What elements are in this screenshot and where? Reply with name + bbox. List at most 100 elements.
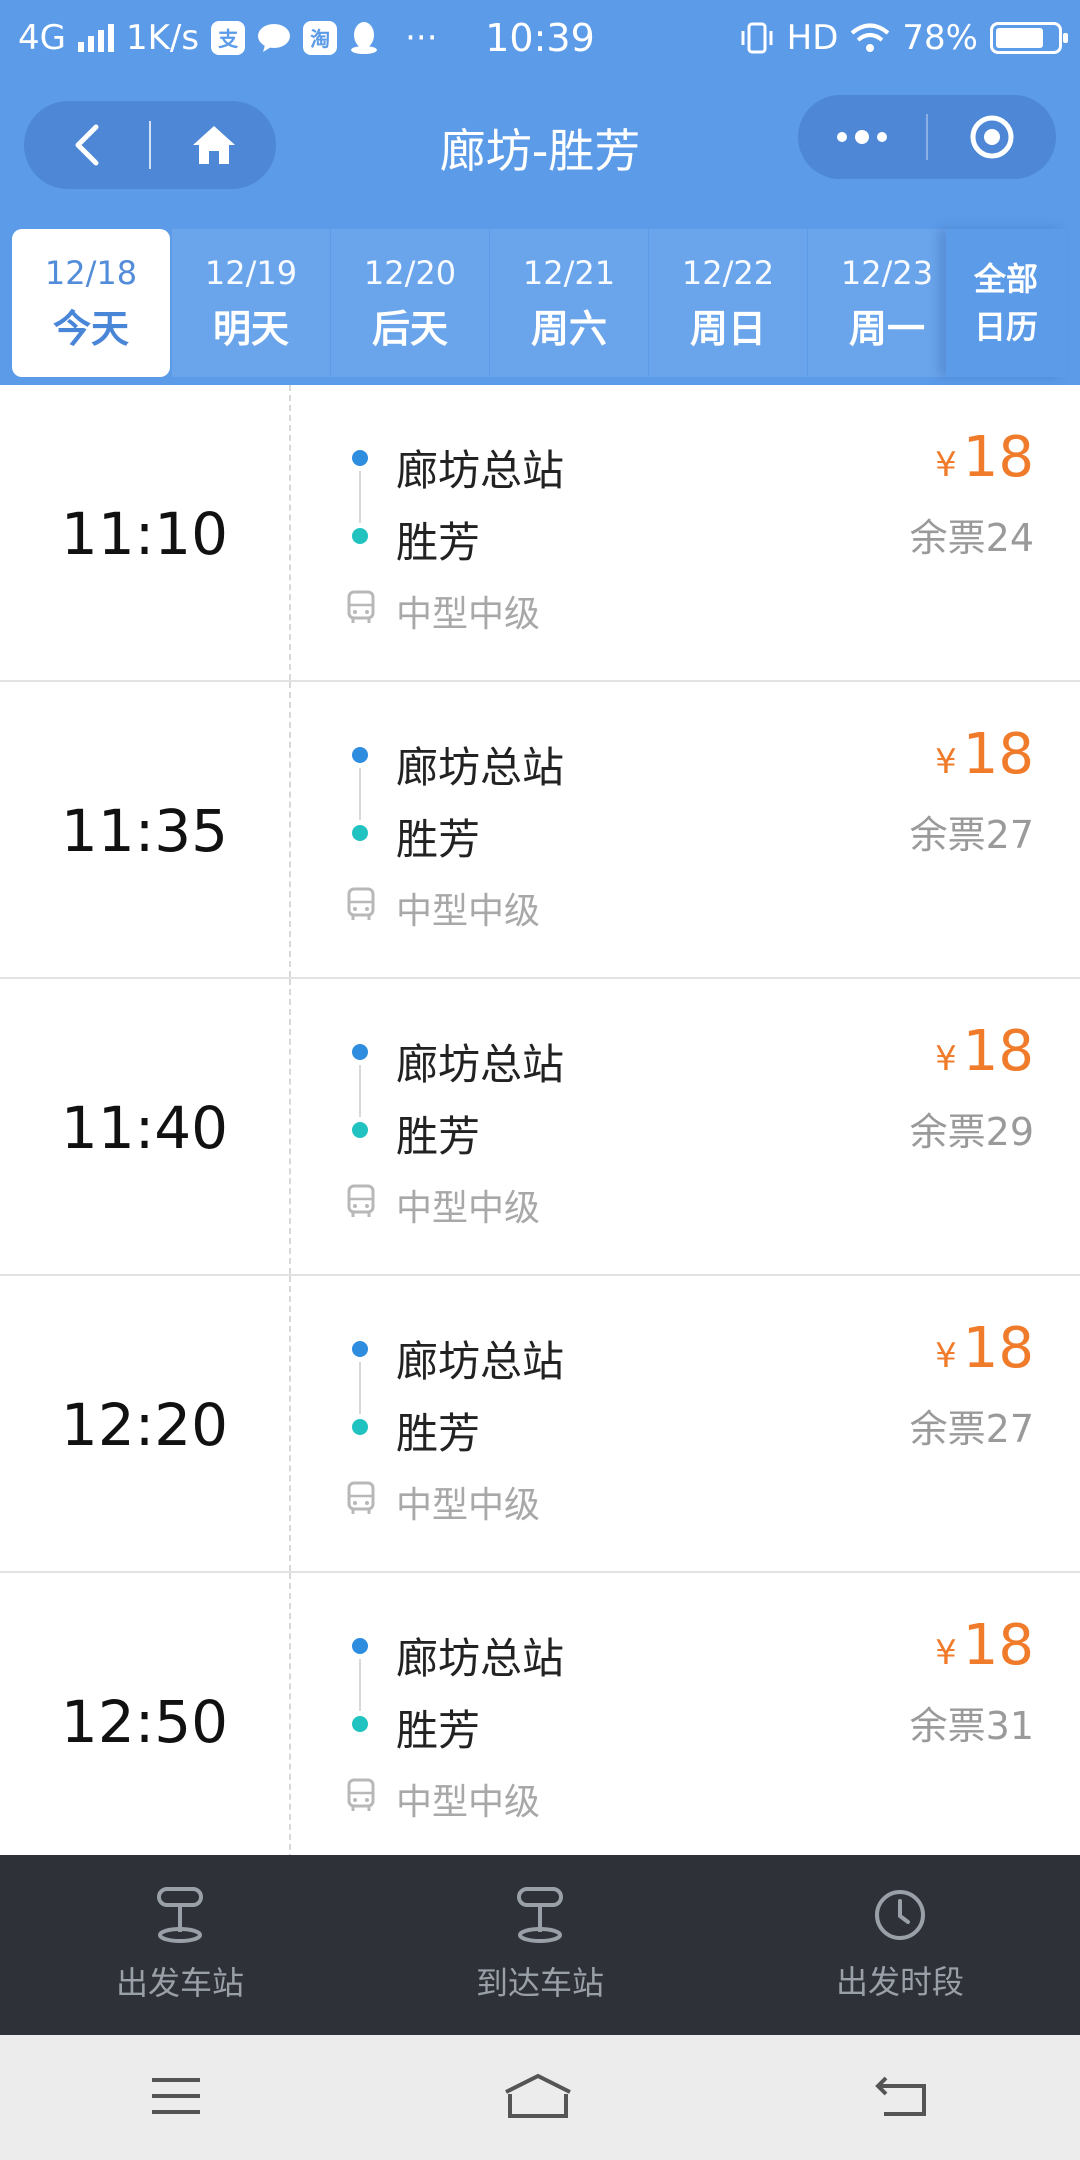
departure-time: 12:20 bbox=[60, 1390, 229, 1459]
chat-bubble-icon bbox=[258, 23, 291, 52]
date-tab-12-22[interactable]: 12/22 周日 bbox=[649, 229, 807, 377]
price-value: 18 bbox=[962, 722, 1034, 787]
destination-station: 胜芳 bbox=[396, 518, 481, 567]
date-tab-date: 12/19 bbox=[204, 253, 298, 292]
target-circle-icon bbox=[970, 115, 1014, 159]
home-outline-icon bbox=[505, 2073, 571, 2118]
destination-station: 胜芳 bbox=[396, 1706, 481, 1755]
date-tab-date: 12/20 bbox=[363, 253, 457, 292]
filter-departure-station[interactable]: 出发车站 bbox=[0, 1855, 360, 2035]
hd-label: HD bbox=[786, 17, 839, 58]
alipay-icon: 支 bbox=[211, 20, 246, 55]
date-tab-12-21[interactable]: 12/21 周六 bbox=[490, 229, 648, 377]
destination-dot-icon bbox=[352, 528, 368, 544]
departure-time: 11:10 bbox=[60, 499, 229, 568]
column-divider bbox=[289, 682, 291, 977]
ticket-price: ¥18 bbox=[935, 425, 1034, 490]
bus-icon bbox=[347, 887, 375, 920]
bus-icon bbox=[347, 1184, 375, 1217]
date-tab-12-20[interactable]: 12/20 后天 bbox=[331, 229, 489, 377]
clock-icon bbox=[875, 1890, 925, 1940]
ticket-price: ¥18 bbox=[935, 1613, 1034, 1678]
filter-label: 出发时段 bbox=[835, 1963, 964, 2001]
price-value: 18 bbox=[962, 425, 1034, 490]
date-tab-12-23[interactable]: 12/23 周一 bbox=[808, 229, 966, 377]
filter-label: 到达车站 bbox=[475, 1964, 604, 2002]
date-tab-date: 12/18 bbox=[44, 253, 138, 292]
bus-icon bbox=[347, 1778, 375, 1811]
date-tab-date: 12/23 bbox=[840, 253, 934, 292]
close-miniprogram-button[interactable] bbox=[928, 95, 1056, 179]
menu-lines-icon bbox=[152, 2077, 200, 2114]
menu-button[interactable] bbox=[150, 2076, 202, 2120]
date-tab-weekday: 周日 bbox=[689, 306, 766, 351]
bus-icon bbox=[347, 590, 375, 623]
tickets-remaining: 余票24 bbox=[909, 516, 1034, 560]
battery-fill bbox=[996, 27, 1043, 48]
system-back-button[interactable] bbox=[874, 2074, 930, 2122]
battery-percent: 78% bbox=[902, 17, 978, 58]
date-selector: 12/18 今天 12/19 明天 12/20 后天 12/21 周六 12/2… bbox=[0, 215, 1080, 385]
date-tab-weekday: 周六 bbox=[530, 306, 607, 351]
origin-dot-icon bbox=[352, 450, 368, 466]
route-line bbox=[359, 1362, 361, 1414]
destination-station: 胜芳 bbox=[396, 1112, 481, 1161]
route-line bbox=[359, 768, 361, 820]
bus-type: 中型中级 bbox=[396, 1782, 541, 1823]
origin-dot-icon bbox=[352, 1638, 368, 1654]
destination-station: 胜芳 bbox=[396, 815, 481, 864]
date-tab-date: 12/22 bbox=[681, 253, 775, 292]
all-dates-label-line2: 日历 bbox=[973, 308, 1038, 346]
more-button[interactable] bbox=[798, 95, 926, 179]
price-value: 18 bbox=[962, 1613, 1034, 1678]
column-divider bbox=[289, 979, 291, 1274]
price-value: 18 bbox=[962, 1316, 1034, 1381]
column-divider bbox=[289, 385, 291, 680]
origin-station: 廊坊总站 bbox=[396, 1040, 565, 1089]
all-dates-label-line1: 全部 bbox=[973, 260, 1038, 298]
bus-type: 中型中级 bbox=[396, 1485, 541, 1526]
route-line bbox=[359, 1659, 361, 1711]
destination-station: 胜芳 bbox=[396, 1409, 481, 1458]
trip-row[interactable]: 12:20 廊坊总站 胜芳 中型中级 ¥18 余票27 bbox=[0, 1276, 1080, 1573]
date-tab-weekday: 后天 bbox=[371, 306, 448, 351]
taobao-icon: 淘 bbox=[303, 20, 338, 55]
date-tab-12-18[interactable]: 12/18 今天 bbox=[12, 229, 170, 377]
ticket-price: ¥18 bbox=[935, 722, 1034, 787]
origin-dot-icon bbox=[352, 1341, 368, 1357]
departure-time: 12:50 bbox=[60, 1687, 229, 1756]
station-sign-icon bbox=[157, 1887, 203, 1943]
ticket-price: ¥18 bbox=[935, 1019, 1034, 1084]
filter-departure-time[interactable]: 出发时段 bbox=[720, 1855, 1080, 2035]
trip-row[interactable]: 11:10 廊坊总站 胜芳 中型中级 ¥18 余票24 bbox=[0, 385, 1080, 682]
trip-row[interactable]: 12:50 廊坊总站 胜芳 中型中级 ¥18 余票31 bbox=[0, 1573, 1080, 1870]
battery-icon bbox=[990, 21, 1068, 54]
date-tab-weekday: 明天 bbox=[212, 306, 289, 351]
currency-symbol: ¥ bbox=[935, 1633, 957, 1673]
system-home-button[interactable] bbox=[502, 2072, 574, 2124]
date-tab-weekday: 周一 bbox=[848, 306, 925, 351]
tickets-remaining: 余票27 bbox=[909, 1407, 1034, 1451]
tickets-remaining: 余票31 bbox=[909, 1704, 1034, 1748]
date-tab-12-19[interactable]: 12/19 明天 bbox=[172, 229, 330, 377]
wifi-icon bbox=[851, 23, 890, 52]
destination-dot-icon bbox=[352, 1716, 368, 1732]
origin-station: 廊坊总站 bbox=[396, 1634, 565, 1683]
destination-dot-icon bbox=[352, 825, 368, 841]
vibrate-icon bbox=[741, 22, 773, 53]
route-line bbox=[359, 471, 361, 523]
signal-icon bbox=[77, 23, 114, 52]
trip-row[interactable]: 11:35 廊坊总站 胜芳 中型中级 ¥18 余票27 bbox=[0, 682, 1080, 979]
filter-arrival-station[interactable]: 到达车站 bbox=[360, 1855, 720, 2035]
qq-icon bbox=[351, 21, 378, 54]
system-navigation-bar bbox=[0, 2035, 1080, 2160]
route-line bbox=[359, 1065, 361, 1117]
currency-symbol: ¥ bbox=[935, 445, 957, 485]
bus-type: 中型中级 bbox=[396, 891, 541, 932]
destination-dot-icon bbox=[352, 1122, 368, 1138]
tickets-remaining: 余票29 bbox=[909, 1110, 1034, 1154]
filter-bar: 出发车站 到达车站 出发时段 bbox=[0, 1855, 1080, 2035]
all-dates-calendar-button[interactable]: 全部 日历 bbox=[946, 229, 1066, 377]
network-label: 4G bbox=[18, 17, 66, 58]
trip-row[interactable]: 11:40 廊坊总站 胜芳 中型中级 ¥18 余票29 bbox=[0, 979, 1080, 1276]
